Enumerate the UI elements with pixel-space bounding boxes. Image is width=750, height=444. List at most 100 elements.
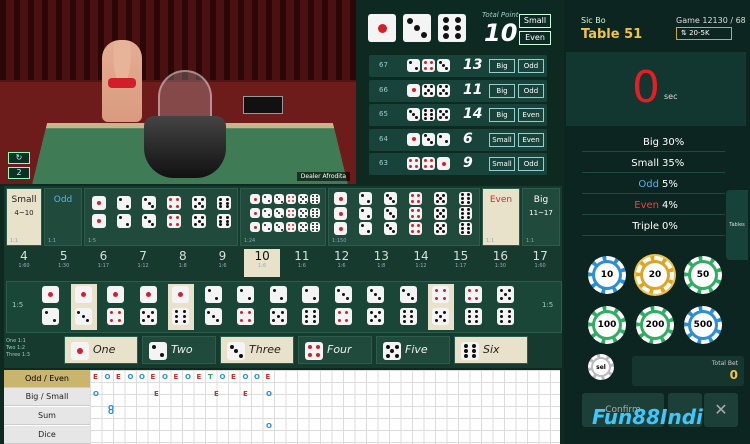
combo-die: [107, 286, 124, 303]
bet-sum-5[interactable]: 5 1:30: [46, 249, 82, 277]
road-tab-sum[interactable]: Sum: [4, 407, 90, 425]
bet-small[interactable]: Small 4~10 1:1: [6, 188, 42, 246]
combo-die: [107, 308, 124, 325]
bet-sum-6[interactable]: 6 1:17: [85, 249, 121, 277]
bet-sum-9[interactable]: 9 1:6: [205, 249, 241, 277]
single-die: [305, 342, 323, 360]
stat-row: Odd 5%: [582, 174, 725, 194]
single-die: [461, 342, 479, 360]
round-parity-tag: Even: [518, 132, 544, 147]
clear-icon[interactable]: ✕: [704, 393, 738, 427]
road-mark: E: [265, 373, 271, 381]
combo-die: [74, 308, 92, 325]
double-die: [92, 214, 106, 228]
bet-sum-11[interactable]: 11 1:6: [284, 249, 320, 277]
round-size-tag: Big: [489, 83, 515, 98]
triple-die: [384, 222, 397, 235]
triple-die: [434, 192, 447, 205]
bet-sum-10[interactable]: 10 1:6: [244, 249, 281, 277]
combo-die: [399, 308, 417, 325]
bet-sum-12[interactable]: 12 1:6: [324, 249, 360, 277]
history-die: [422, 157, 435, 170]
triple-die: [459, 192, 472, 205]
chip-10[interactable]: 10: [588, 256, 626, 294]
bet-single-one[interactable]: One: [64, 336, 138, 364]
bet-triples[interactable]: 1:150: [328, 188, 480, 246]
bet-limit[interactable]: ⇅ 20-5K: [676, 27, 732, 40]
road-mark: O: [254, 373, 260, 381]
bet-sum-4[interactable]: 4 1:60: [6, 249, 42, 277]
chip-50[interactable]: 50: [684, 256, 722, 294]
road-mark: E: [93, 373, 98, 381]
combo-die: [139, 308, 157, 325]
double-die: [167, 214, 181, 228]
double-die: [117, 196, 131, 210]
any-triple-die: [298, 208, 308, 218]
bet-big[interactable]: Big 11~17 1:1: [522, 188, 560, 246]
triple-die: [359, 192, 372, 205]
chip-100[interactable]: 100: [588, 306, 626, 344]
road-mark: O: [108, 404, 114, 412]
bet-sum-8[interactable]: 8 1:8: [165, 249, 201, 277]
combo-die: [237, 286, 254, 303]
bet-single-six[interactable]: Six: [454, 336, 528, 364]
tables-tab[interactable]: Tables: [726, 190, 748, 260]
refresh-icon[interactable]: ↻: [8, 152, 30, 164]
bet-even[interactable]: Even 1:1: [482, 188, 520, 246]
betting-table: Small 4~10 1:1 Odd 1:1 1:5 1:24 1:150 Ev…: [4, 186, 562, 368]
road-tab-odd-even[interactable]: Odd / Even: [4, 370, 90, 388]
curtain: [0, 0, 356, 80]
chip-500[interactable]: 500: [684, 306, 722, 344]
road-tab-dice[interactable]: Dice: [4, 426, 90, 444]
combo-die: [334, 308, 352, 325]
road-mark: E: [150, 373, 156, 381]
bet-single-three[interactable]: Three: [220, 336, 294, 364]
combo-die: [172, 308, 189, 325]
road-mark: E: [214, 390, 219, 398]
bet-sum-17[interactable]: 17 1:60: [522, 249, 558, 277]
combo-die: [269, 286, 287, 303]
wifi-icon[interactable]: 2: [8, 167, 30, 179]
any-triple-die: [286, 208, 296, 218]
combo-die: [497, 286, 514, 303]
history-row: 65 14 Big Even: [369, 104, 547, 126]
combo-die: [464, 286, 482, 303]
any-triple-die: [250, 194, 260, 204]
current-result: Total Point 10 Small Even: [360, 0, 555, 48]
single-pays: One 1:1 Two 1:2 Three 1:3: [6, 338, 30, 358]
round-size-tag: Big: [489, 108, 515, 122]
combo-die: [399, 286, 417, 303]
result-die-3: [438, 14, 466, 42]
combo-pay-left: 1:5: [12, 301, 24, 309]
stat-row: Even 4%: [582, 195, 725, 215]
double-die: [217, 196, 231, 210]
combo-die: [432, 308, 449, 325]
round-id: 67: [379, 61, 388, 69]
selected-chip[interactable]: sel: [588, 354, 614, 380]
bet-single-two[interactable]: Two: [142, 336, 216, 364]
bet-single-five[interactable]: Five: [376, 336, 450, 364]
bet-sum-14[interactable]: 14 1:12: [403, 249, 439, 277]
triple-die: [359, 222, 372, 235]
history-die: [437, 108, 450, 121]
bet-sum-13[interactable]: 13 1:8: [363, 249, 399, 277]
result-size-tag: Small: [519, 14, 551, 28]
any-triple-die: [250, 222, 260, 232]
double-die: [142, 214, 156, 228]
triple-die: [334, 192, 347, 205]
chip-200[interactable]: 200: [636, 306, 674, 344]
road-tab-big-small[interactable]: Big / Small: [4, 388, 90, 406]
any-triple-die: [286, 222, 296, 232]
bet-odd[interactable]: Odd 1:1: [44, 188, 82, 246]
any-triple-die: [310, 194, 320, 204]
bet-sum-7[interactable]: 7 1:12: [125, 249, 161, 277]
bet-single-four[interactable]: Four: [298, 336, 372, 364]
bet-sum-15[interactable]: 15 1:17: [443, 249, 479, 277]
chip-20[interactable]: 20: [636, 256, 674, 294]
bet-sum-16[interactable]: 16 1:30: [482, 249, 518, 277]
bet-doubles[interactable]: 1:5: [84, 188, 238, 246]
road-mark: O: [266, 390, 272, 398]
double-die: [117, 214, 131, 228]
table-name: Table 51: [581, 27, 643, 42]
stat-row: Triple 0%: [582, 216, 725, 236]
